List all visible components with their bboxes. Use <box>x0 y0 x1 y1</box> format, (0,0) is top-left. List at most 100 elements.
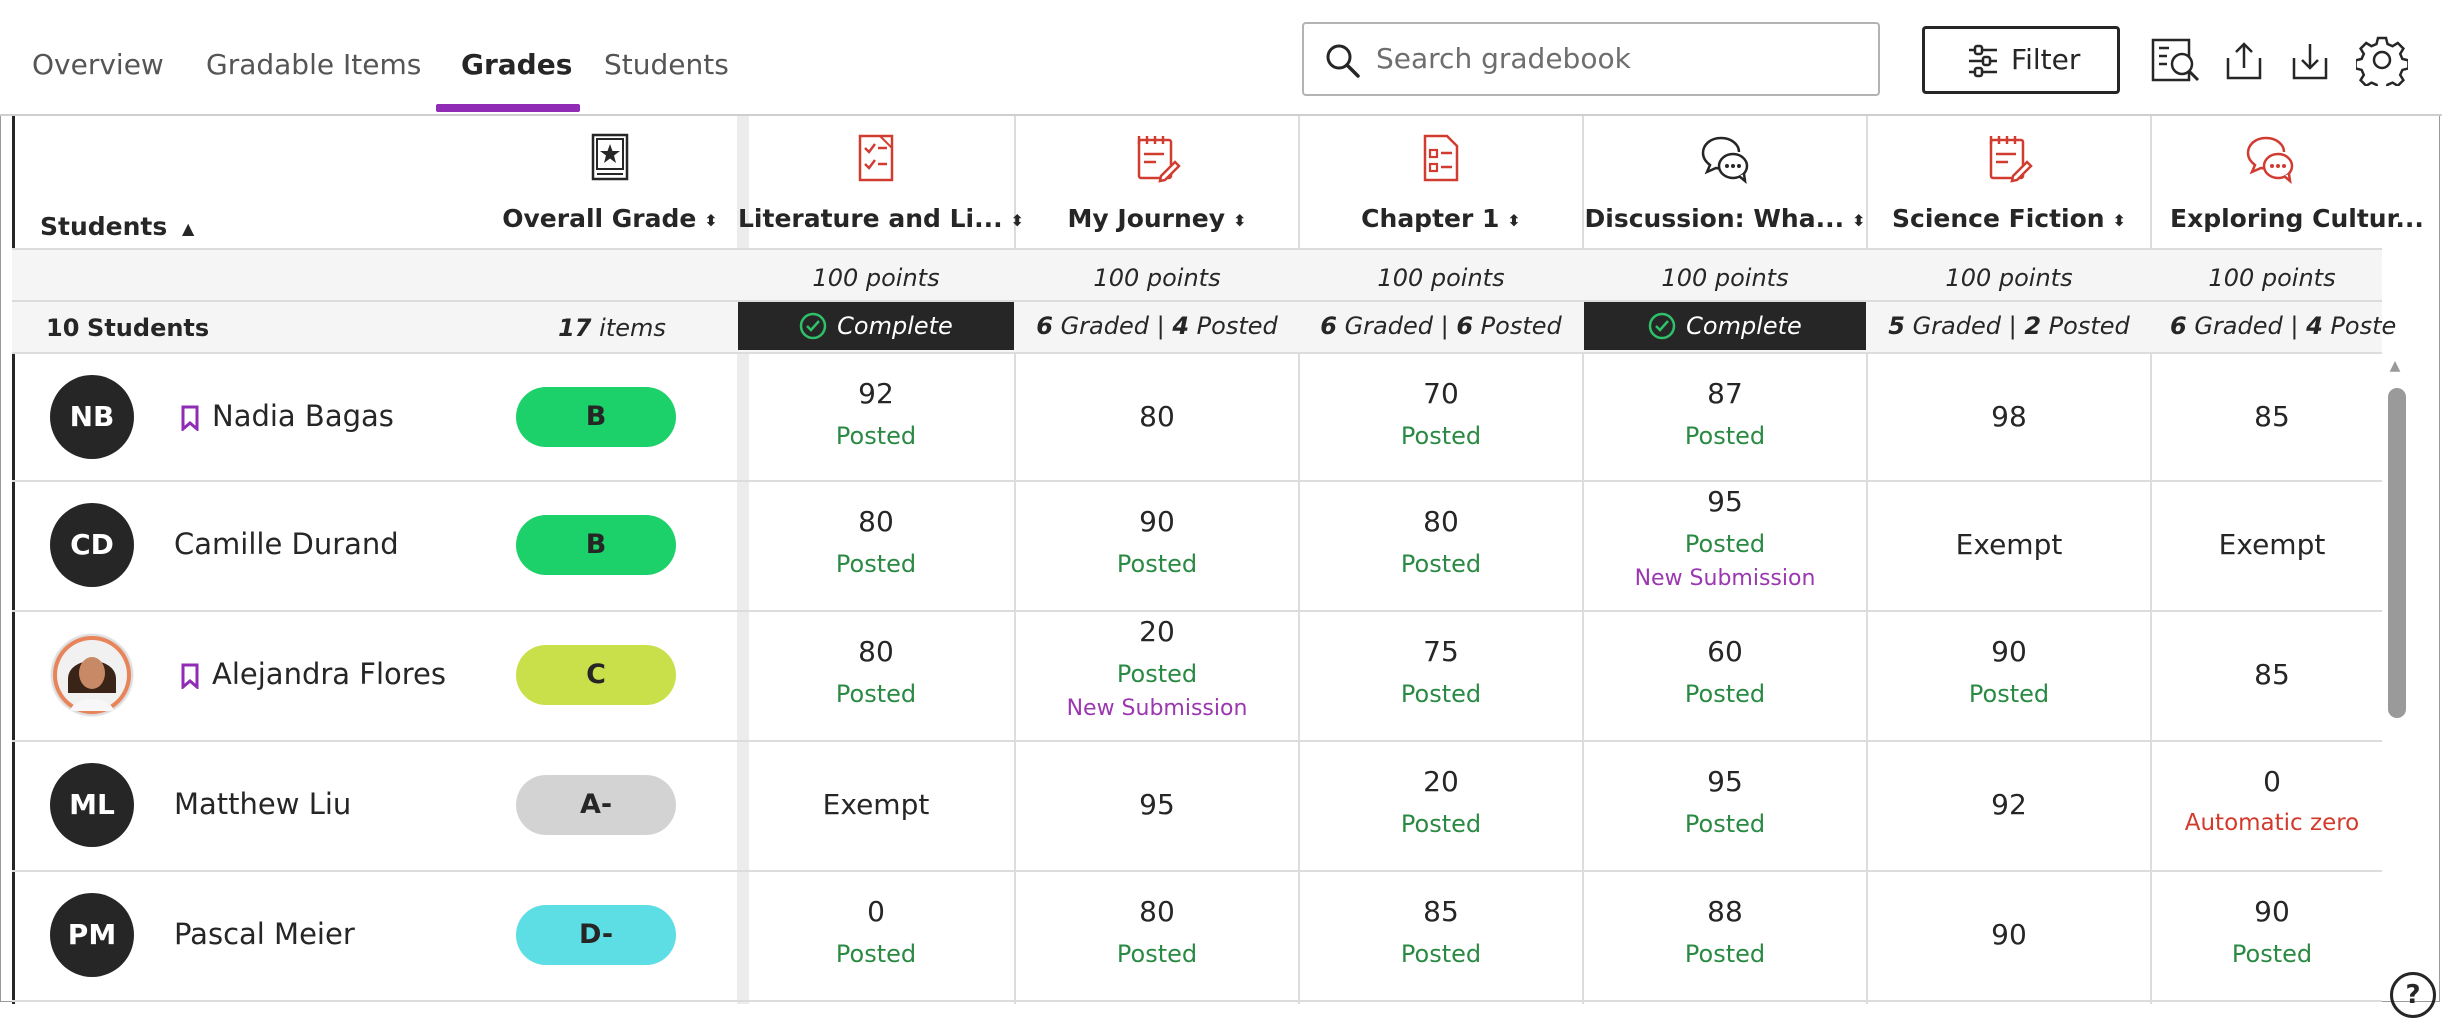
overall-grade-pill[interactable]: B <box>516 515 676 575</box>
avatar[interactable]: NB <box>50 375 134 459</box>
grade-cell[interactable]: 75 Posted <box>1300 635 1582 708</box>
avatar[interactable]: CD <box>50 503 134 587</box>
item-column-title: Science Fiction <box>1892 204 2105 233</box>
tab-overview[interactable]: Overview <box>32 48 164 81</box>
item-column-header[interactable]: My Journey ⬍ <box>1016 116 1298 248</box>
item-column-header[interactable]: Chapter 1 ⬍ <box>1300 116 1582 248</box>
grade-cell[interactable]: 92 Posted <box>738 377 1014 450</box>
item-column-title: Chapter 1 <box>1361 204 1500 233</box>
grade-value: 75 <box>1423 635 1459 668</box>
student-name[interactable]: Camille Durand <box>174 527 399 561</box>
filter-button-label: Filter <box>2011 43 2081 76</box>
sort-icon: ▲ <box>181 218 195 238</box>
grade-cell[interactable]: 80 <box>1016 400 1298 433</box>
grade-cell[interactable]: Exempt <box>738 788 1014 821</box>
tab-students[interactable]: Students <box>604 48 729 81</box>
grade-cell[interactable]: 20 Posted New Submission <box>1016 615 1298 721</box>
bookmark-icon <box>180 405 200 433</box>
grade-value: Exempt <box>1955 528 2063 561</box>
student-count: 10 Students <box>46 314 210 342</box>
tab-gradable-items[interactable]: Gradable Items <box>206 48 421 81</box>
grade-cell[interactable]: 90 Posted <box>1016 505 1298 578</box>
grade-cell[interactable]: 92 <box>1868 788 2150 821</box>
search-box[interactable]: Search gradebook <box>1302 22 1880 96</box>
avatar-photo[interactable] <box>50 633 134 717</box>
posted-status: Posted <box>1400 422 1482 450</box>
bookmark-icon <box>180 663 200 691</box>
grade-cell[interactable]: 0 Automatic zero <box>2152 765 2392 836</box>
posted-status: Posted <box>1400 550 1482 578</box>
grade-value: 95 <box>1139 788 1175 821</box>
settings-gear-icon[interactable] <box>2356 34 2408 86</box>
grade-cell[interactable]: 95 <box>1016 788 1298 821</box>
row-divider <box>12 352 2382 354</box>
help-icon[interactable]: ? <box>2390 972 2436 1018</box>
grade-cell[interactable]: 85 <box>2152 658 2392 691</box>
grade-cell[interactable]: 85 Posted <box>1300 895 1582 968</box>
item-points: 100 points <box>1377 264 1505 292</box>
filter-button[interactable]: Filter <box>1922 26 2120 94</box>
new-submission-label[interactable]: New Submission <box>1584 566 1866 591</box>
grade-cell[interactable]: 80 Posted <box>1300 505 1582 578</box>
avatar[interactable]: PM <box>50 893 134 977</box>
student-name[interactable]: Pascal Meier <box>174 917 355 951</box>
overall-grade-pill[interactable]: B <box>516 387 676 447</box>
grade-cell[interactable]: 20 Posted <box>1300 765 1582 838</box>
search-input[interactable]: Search gradebook <box>1376 42 1631 75</box>
new-submission-label[interactable]: New Submission <box>1016 696 1298 721</box>
student-name[interactable]: Alejandra Flores <box>212 657 446 691</box>
grade-value: 80 <box>858 635 894 668</box>
grade-value: 85 <box>2254 400 2290 433</box>
download-icon[interactable] <box>2288 34 2332 86</box>
grade-cell[interactable]: 90 Posted <box>1868 635 2150 708</box>
student-name[interactable]: Matthew Liu <box>174 787 351 821</box>
overall-grade-header[interactable]: Overall Grade ⬍ <box>482 116 738 248</box>
grade-cell[interactable]: 80 Posted <box>738 635 1014 708</box>
item-column-header[interactable]: Discussion: Wha... ⬍ <box>1584 116 1866 248</box>
grade-cell[interactable]: 95 Posted New Submission <box>1584 485 1866 591</box>
grade-cell[interactable]: 70 Posted <box>1300 377 1582 450</box>
grade-cell[interactable]: 90 <box>1868 918 2150 951</box>
posted-status: Posted <box>835 680 917 708</box>
grade-cell[interactable]: 60 Posted <box>1584 635 1866 708</box>
grade-cell[interactable]: 90 Posted <box>2152 895 2392 968</box>
avatar[interactable]: ML <box>50 763 134 847</box>
overall-grade-pill[interactable]: C <box>516 645 676 705</box>
grade-cell[interactable]: 87 Posted <box>1584 377 1866 450</box>
grade-cell[interactable]: 98 <box>1868 400 2150 433</box>
vertical-scrollbar[interactable] <box>2388 388 2406 718</box>
grading-view-icon[interactable] <box>2150 34 2202 86</box>
active-tab-indicator <box>436 104 580 112</box>
grade-value: 80 <box>858 505 894 538</box>
journal-icon <box>1989 136 2033 183</box>
complete-label: Complete <box>1686 312 1802 340</box>
scroll-up-arrow[interactable]: ▲ <box>2386 358 2404 374</box>
item-column-header[interactable]: Science Fiction ⬍ <box>1868 116 2150 248</box>
grade-cell[interactable]: 0 Posted <box>738 895 1014 968</box>
upload-icon[interactable] <box>2222 34 2266 86</box>
grade-value: 90 <box>1139 505 1175 538</box>
grade-cell[interactable]: 80 Posted <box>1016 895 1298 968</box>
overall-grade-pill[interactable]: D- <box>516 905 676 965</box>
students-column-header[interactable]: Students ▲ <box>40 212 194 241</box>
tab-grades[interactable]: Grades <box>461 48 572 81</box>
grade-cell[interactable]: Exempt <box>2152 528 2392 561</box>
grade-cell[interactable]: 88 Posted <box>1584 895 1866 968</box>
student-name[interactable]: Nadia Bagas <box>212 399 394 433</box>
grade-value: 98 <box>1991 400 2027 433</box>
grade-cell[interactable]: 95 Posted <box>1584 765 1866 838</box>
posted-status: Posted <box>1684 940 1766 968</box>
grade-cell[interactable]: Exempt <box>1868 528 2150 561</box>
complete-status: Complete <box>1584 302 1866 350</box>
posted-status: Posted <box>1400 810 1482 838</box>
item-points: 100 points <box>1945 264 2073 292</box>
grade-value: 95 <box>1707 485 1743 518</box>
posted-status: Posted <box>1684 810 1766 838</box>
item-column-header[interactable]: Exploring Cultur... <box>2152 116 2424 248</box>
item-points: 100 points <box>812 264 940 292</box>
test-icon <box>1423 134 1459 182</box>
grade-cell[interactable]: 80 Posted <box>738 505 1014 578</box>
overall-grade-pill[interactable]: A- <box>516 775 676 835</box>
grade-cell[interactable]: 85 <box>2152 400 2392 433</box>
item-column-header[interactable]: Literature and Li... ⬍ <box>738 116 1024 248</box>
